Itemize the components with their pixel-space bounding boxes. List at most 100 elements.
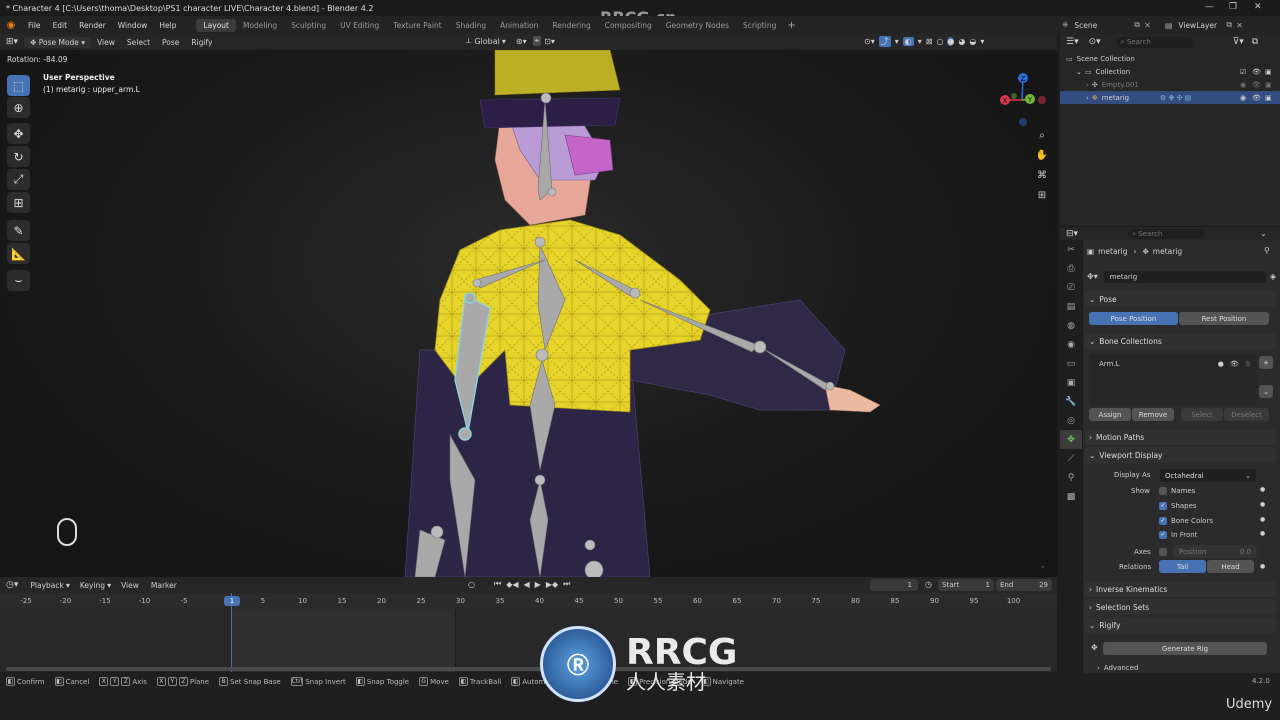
eye-icon[interactable]: 👁	[1252, 68, 1261, 76]
relax-pose-tool[interactable]: ⌣	[7, 270, 30, 291]
editor-type-icon[interactable]: ⊞▾	[0, 37, 24, 47]
options-icon[interactable]: ⌄	[1260, 229, 1267, 238]
rendered-shading-icon[interactable]: ◒	[969, 37, 976, 46]
tab-view-layer[interactable]: ▤	[1060, 297, 1082, 316]
new-collection-icon[interactable]: ⧉	[1252, 37, 1258, 47]
eye-icon[interactable]: 👁	[1252, 94, 1261, 102]
tab-scene[interactable]: ◍	[1060, 316, 1082, 335]
collapse-header-icon[interactable]: ⌃	[1040, 565, 1046, 573]
viewport-menu-rigify[interactable]: Rigify	[185, 38, 218, 47]
outliner-search-input[interactable]: ⌕ Search	[1116, 36, 1193, 48]
rest-position-button[interactable]: Rest Position	[1179, 312, 1269, 325]
chevron-right-icon[interactable]: ›	[1086, 81, 1089, 89]
jump-keyframe-forward-icon[interactable]: ▶◆	[546, 580, 558, 589]
timeline-scrollbar[interactable]	[6, 667, 1051, 671]
generate-rig-button[interactable]: Generate Rig	[1103, 642, 1267, 655]
current-frame-field[interactable]: 1	[870, 579, 918, 591]
new-viewlayer-icon[interactable]: ⧉	[1226, 20, 1232, 30]
snap-target-icon[interactable]: ⊡▾	[544, 37, 555, 46]
gizmo-neg-z-icon[interactable]	[1019, 118, 1027, 126]
visibility-icon[interactable]: ⊙▾	[864, 37, 875, 46]
gizmo-neg-x-icon[interactable]	[1038, 96, 1046, 104]
timeline-menu-marker[interactable]: Marker	[145, 581, 183, 590]
rigify-advanced-subpanel[interactable]: › Advanced	[1097, 664, 1138, 672]
tab-modeling[interactable]: Modeling	[236, 19, 284, 32]
maximize-icon[interactable]: ❐	[1229, 2, 1237, 12]
assign-button[interactable]: Assign	[1089, 408, 1131, 421]
tab-render[interactable]: ⎙	[1060, 259, 1082, 278]
collection-active-icon[interactable]: ●	[1218, 360, 1224, 368]
tab-tool[interactable]: ✂	[1060, 240, 1082, 259]
eye-icon[interactable]: 👁	[1252, 81, 1261, 89]
tab-physics[interactable]: ◎	[1060, 411, 1082, 430]
properties-search-input[interactable]: ⌕ Search	[1128, 228, 1205, 239]
zoom-icon[interactable]: ⌕	[1035, 130, 1049, 141]
tab-rendering[interactable]: Rendering	[545, 19, 597, 32]
armature-data-icon[interactable]: ✥▾	[1087, 272, 1098, 281]
tab-sculpting[interactable]: Sculpting	[284, 19, 333, 32]
mode-selector[interactable]: ✥ Pose Mode ▾	[24, 36, 92, 48]
new-scene-icon[interactable]: ⧉	[1134, 20, 1140, 30]
perspective-toggle-icon[interactable]: ⊞	[1035, 190, 1049, 201]
bone-collections-panel-header[interactable]: ⌄ Bone Collections	[1085, 333, 1276, 349]
scene-name[interactable]: Scene	[1074, 21, 1134, 30]
jump-start-icon[interactable]: ⏮	[494, 579, 501, 589]
tab-shading[interactable]: Shading	[449, 19, 493, 32]
camera-render-icon[interactable]: ▣	[1265, 68, 1272, 76]
deselect-button[interactable]: Deselect	[1224, 408, 1269, 421]
tab-object[interactable]: ▣	[1060, 373, 1082, 392]
outliner-row-collection[interactable]: ⌄ ▭ Collection ☑ 👁 ▣	[1060, 65, 1280, 78]
viewport-menu-select[interactable]: Select	[121, 38, 156, 47]
hide-viewport-icon[interactable]: ◉	[1240, 81, 1246, 89]
menu-window[interactable]: Window	[112, 21, 154, 30]
camera-view-icon[interactable]: ⌘	[1035, 170, 1049, 181]
add-collection-button[interactable]: +	[1259, 356, 1273, 369]
blender-logo-icon[interactable]: ◉	[0, 20, 22, 31]
timeline-menu-playback[interactable]: Playback	[24, 581, 69, 590]
exclude-checkbox-icon[interactable]: ☑	[1240, 68, 1246, 76]
bone-colors-keyframe-icon[interactable]: ●	[1260, 516, 1265, 523]
display-mode-icon[interactable]: ⊙▾	[1089, 37, 1101, 47]
viewport-menu-view[interactable]: View	[91, 38, 121, 47]
armature-name-field[interactable]: metarig	[1103, 270, 1266, 283]
solid-shading-icon[interactable]: ●	[947, 37, 955, 46]
menu-render[interactable]: Render	[73, 21, 112, 30]
tab-texture-paint[interactable]: Texture Paint	[386, 19, 448, 32]
inverse-kinematics-panel-header[interactable]: › Inverse Kinematics	[1085, 581, 1276, 597]
timeline-editor-icon[interactable]: ◷▾	[0, 580, 24, 590]
transform-tool[interactable]: ⊞	[7, 192, 30, 213]
tab-animation[interactable]: Animation	[493, 19, 545, 32]
tab-compositing[interactable]: Compositing	[598, 19, 659, 32]
delete-scene-icon[interactable]: ✕	[1144, 21, 1151, 30]
annotate-tool[interactable]: ✎	[7, 220, 30, 241]
outliner-editor-icon[interactable]: ☰▾	[1066, 37, 1079, 47]
xray-icon[interactable]: ⊠	[926, 37, 933, 46]
pose-panel-header[interactable]: ⌄ Pose	[1085, 291, 1276, 307]
rigify-panel-header[interactable]: ⌄ Rigify	[1085, 617, 1276, 633]
display-as-dropdown[interactable]: Octahedral ⌄	[1160, 469, 1256, 482]
tab-scripting[interactable]: Scripting	[736, 19, 783, 32]
bone-collection-list[interactable]: Arm.L ● 👁 ☆	[1089, 353, 1257, 405]
snap-icon[interactable]: ⌖	[532, 36, 542, 46]
character-model[interactable]	[380, 50, 920, 577]
tab-bone[interactable]: ⟋	[1060, 449, 1082, 468]
tab-geometry-nodes[interactable]: Geometry Nodes	[659, 19, 736, 32]
axes-position-field[interactable]: Position 0.0	[1173, 545, 1257, 558]
timeline-menu-view[interactable]: View	[115, 581, 145, 590]
jump-end-icon[interactable]: ⏭	[563, 579, 570, 589]
shapes-keyframe-icon[interactable]: ●	[1260, 501, 1265, 508]
in-front-keyframe-icon[interactable]: ●	[1260, 530, 1265, 537]
tab-layout[interactable]: Layout	[196, 18, 236, 32]
remove-button[interactable]: Remove	[1132, 408, 1174, 421]
outliner-row-empty-001[interactable]: › ✣ Empty.001 ◉ 👁 ▣	[1060, 78, 1280, 91]
minimize-icon[interactable]: —	[1205, 2, 1214, 12]
tab-object-data[interactable]: ✥	[1060, 430, 1082, 449]
pan-hand-icon[interactable]: ✋	[1035, 150, 1049, 161]
axes-checkbox[interactable]	[1159, 548, 1171, 556]
timeline-menu-keying[interactable]: Keying	[74, 581, 111, 590]
timeline-ruler[interactable]: -25-20-15-10-515101520253035404550556065…	[0, 593, 1057, 609]
viewlayer-name[interactable]: ViewLayer	[1178, 21, 1226, 30]
viewlayer-icon[interactable]: ▤	[1165, 21, 1173, 30]
move-tool[interactable]: ✥	[7, 123, 30, 144]
outliner-row-scene-collection[interactable]: ▭ Scene Collection	[1060, 52, 1280, 65]
